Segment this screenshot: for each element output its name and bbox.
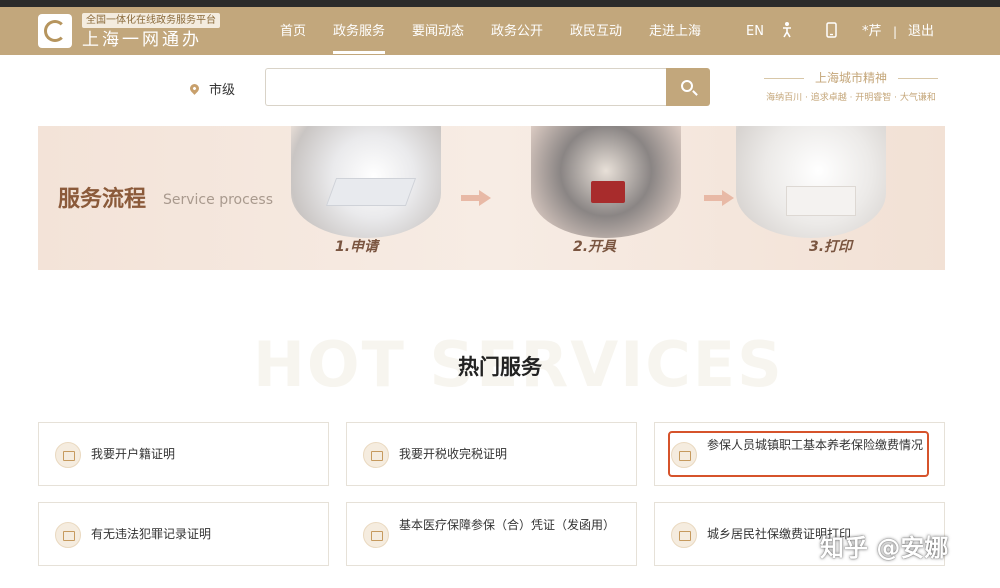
insurance-icon: [671, 442, 697, 468]
step-print: 3.打印: [809, 239, 853, 255]
service-process-banner: 服务流程 Service process 1.申请 2.开具 3.打印: [38, 126, 945, 270]
service-card-label: 我要开税收完税证明: [399, 447, 508, 461]
apply-illustration: [291, 126, 441, 238]
id-card-icon: [55, 442, 81, 468]
source-watermark: 知乎 @安娜: [820, 534, 949, 562]
document-icon: [363, 442, 389, 468]
print-illustration: [736, 126, 886, 238]
logout-link[interactable]: 退出: [908, 24, 934, 40]
service-card-criminal-record[interactable]: 有无违法犯罪记录证明: [38, 502, 329, 566]
accessibility-icon[interactable]: [780, 21, 794, 44]
mobile-icon[interactable]: [826, 22, 837, 43]
service-card-label: 参保人员城镇职工基本养老保险缴费情况: [707, 438, 924, 452]
search-input[interactable]: [265, 68, 667, 106]
nav-news[interactable]: 要闻动态: [412, 24, 464, 40]
step-apply: 1.申请: [335, 239, 379, 255]
nav-public-affairs[interactable]: 政务公开: [491, 24, 543, 40]
language-toggle[interactable]: EN: [746, 24, 764, 40]
nav-home[interactable]: 首页: [280, 24, 306, 40]
nav-government-services[interactable]: 政务服务: [333, 24, 386, 54]
search-icon: [681, 80, 693, 92]
location-selector[interactable]: 市级: [188, 79, 236, 98]
arrow-right-icon: [704, 190, 736, 206]
arrow-right-icon: [461, 190, 493, 206]
social-security-icon: [671, 522, 697, 548]
service-card-label: 基本医疗保障参保（合）凭证（发函用）: [399, 518, 616, 532]
file-icon: [55, 522, 81, 548]
nav-interaction[interactable]: 政民互动: [570, 24, 622, 40]
service-card-label: 我要开户籍证明: [91, 447, 176, 461]
user-name[interactable]: *芹: [862, 24, 882, 40]
city-spirit-title: 上海城市精神: [814, 71, 887, 85]
medical-card-icon: [363, 522, 389, 548]
search-button[interactable]: [666, 68, 710, 106]
city-spirit: 上海城市精神 海纳百川 · 追求卓越 · 开明睿智 · 大气谦和: [756, 70, 946, 110]
nav-separator: |: [893, 25, 898, 39]
logo-name: 上海一网通办: [82, 30, 202, 50]
nav-about-shanghai[interactable]: 走进上海: [649, 24, 701, 40]
step-issue: 2.开具: [573, 239, 617, 255]
site-logo[interactable]: 全国一体化在线政务服务平台 上海一网通办: [38, 13, 220, 51]
service-card-tax-certificate[interactable]: 我要开税收完税证明: [346, 422, 637, 486]
hot-services-title: 热门服务: [458, 355, 542, 379]
logo-tagline: 全国一体化在线政务服务平台: [82, 13, 220, 28]
location-pin-icon: [188, 82, 201, 95]
service-card-household-certificate[interactable]: 我要开户籍证明: [38, 422, 329, 486]
issue-illustration: [531, 126, 681, 238]
location-label: 市级: [209, 83, 236, 98]
top-strip: [0, 0, 1000, 7]
emblem-icon: [38, 14, 72, 48]
service-card-medical-insurance[interactable]: 基本医疗保障参保（合）凭证（发函用）: [346, 502, 637, 566]
city-spirit-motto: 海纳百川 · 追求卓越 · 开明睿智 · 大气谦和: [766, 93, 936, 103]
process-subtitle: Service process: [163, 192, 273, 208]
service-card-label: 有无违法犯罪记录证明: [91, 527, 212, 541]
process-title: 服务流程: [58, 187, 147, 212]
service-card-pension-payment[interactable]: 参保人员城镇职工基本养老保险缴费情况: [654, 422, 945, 486]
navbar: 全国一体化在线政务服务平台 上海一网通办 首页 政务服务 要闻动态 政务公开 政…: [0, 7, 1000, 55]
